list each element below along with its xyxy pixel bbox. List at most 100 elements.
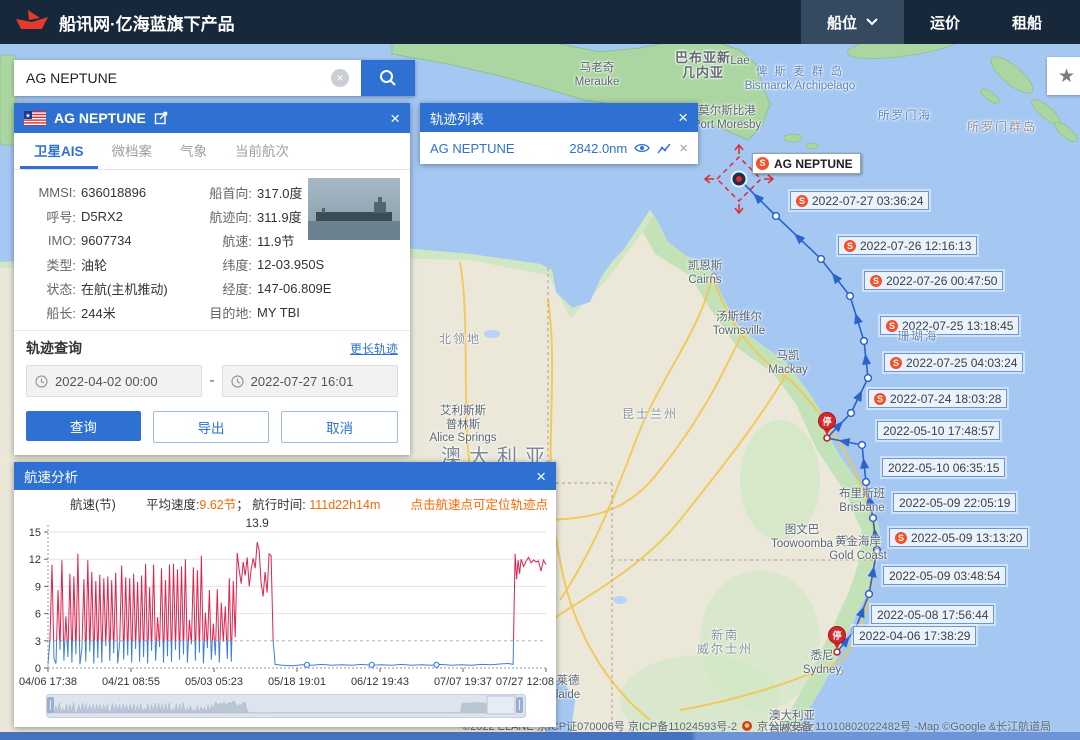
satellite-icon: S [756,157,769,170]
shipxy-app: 停停 S2022-07-27 03:36:24S2022-07-26 12:16… [0,0,1080,740]
boat-logo-icon [14,9,50,35]
trend-line-icon[interactable] [657,142,672,155]
track-time-label[interactable]: 2022-05-09 22:05:19 [893,493,1016,512]
y-tick-label: 12 [29,554,41,566]
track-time-label[interactable]: 2022-05-10 06:35:15 [882,458,1005,477]
track-time-label[interactable]: S2022-07-25 04:03:24 [884,353,1023,372]
satellite-icon: S [844,240,856,252]
track-time-label[interactable]: 2022-05-09 03:48:54 [883,566,1006,585]
city-dot [843,536,848,541]
cancel-button[interactable]: 取消 [281,411,398,443]
satellite-icon: S [870,275,882,287]
track-waypoint[interactable] [859,442,866,449]
speed-point-marker[interactable] [369,662,374,667]
ship-map-label[interactable]: SAG NEPTUNE [752,153,861,174]
chart-range-slider[interactable] [46,694,526,718]
track-time-label[interactable]: S2022-07-26 12:16:13 [838,236,977,255]
avg-speed-value: 9.62节 [199,498,236,512]
date-range-separator: - [209,372,214,390]
remove-track-icon[interactable]: × [679,140,688,157]
track-time-label[interactable]: S2022-07-27 03:36:24 [790,191,929,210]
track-waypoint[interactable] [870,515,877,522]
brush-mini-chart [47,701,490,713]
track-waypoint[interactable] [773,213,780,220]
site-logo[interactable]: 船讯网·亿海蓝旗下产品 [14,0,235,44]
nav-item-charter[interactable]: 租船 [986,0,1068,44]
track-time-label[interactable]: 2022-04-06 17:38:29 [853,626,976,645]
chevron-down-icon [866,18,878,26]
clock-icon [231,375,244,388]
date-to-input[interactable]: 2022-07-27 16:01 [222,365,398,397]
speed-analysis-panel: 航速分析 × 航速(节) 平均速度:9.62节； 航行时间: 111d22h14… [14,462,556,727]
track-time-label[interactable]: S2022-07-24 18:03:28 [868,389,1007,408]
ship-panel-header: ★ AG NEPTUNE × [14,103,410,133]
speed-line-above-threshold[interactable] [48,542,546,666]
export-button[interactable]: 导出 [153,411,270,443]
ship-details: MMSI:636018896呼号:D5RX2IMO:9607734类型:油轮状态… [14,170,410,330]
tab-weather[interactable]: 气象 [166,133,221,169]
longer-track-link[interactable]: 更长轨迹 [350,340,398,357]
chart-hint: 点击航速点可定位轨迹点 [410,494,548,513]
track-waypoint[interactable] [865,375,872,382]
speed-panel-title: 航速分析 [24,466,78,486]
nav-item-ship-position[interactable]: 船位 [801,0,904,44]
clear-search-icon[interactable]: × [331,69,349,87]
track-waypoint[interactable] [847,293,854,300]
satellite-icon: S [796,195,808,207]
nav-item-freight[interactable]: 运价 [904,0,986,44]
ship-field: 状态:在航(主机推动) [18,276,194,300]
bottom-strip [0,732,1080,740]
eye-icon[interactable] [634,142,650,154]
search-input[interactable] [14,60,361,96]
city-dot [838,670,843,675]
edit-icon[interactable] [154,111,168,125]
ship-field: 类型:油轮 [18,252,194,276]
speed-point-marker[interactable] [434,662,439,667]
close-icon[interactable]: × [678,109,688,126]
track-time-label[interactable]: S2022-07-25 13:18:45 [880,316,1019,335]
speed-point-marker[interactable] [304,662,309,667]
x-tick-label: 07/07 19:37 [434,676,492,688]
city-dot [867,506,872,511]
date-from-input[interactable]: 2022-04-02 00:00 [26,365,202,397]
track-waypoint[interactable] [863,479,870,486]
track-waypoint[interactable] [861,338,868,345]
y-tick-label: 9 [35,581,41,593]
track-time-label[interactable]: 2022-05-10 17:48:57 [877,421,1000,440]
track-time-label[interactable]: S2022-05-09 13:13:20 [889,528,1028,547]
track-ship-name[interactable]: AG NEPTUNE [430,141,515,156]
search-button[interactable] [361,60,415,96]
city-dot [739,121,744,126]
ship-field: 目的地:MY TBI [194,300,400,324]
speed-stats-row: 航速(节) 平均速度:9.62节； 航行时间: 111d22h14m 点击航速点… [14,490,556,516]
track-list-header: 轨迹列表 × [420,103,698,132]
logo-text: 船讯网·亿海蓝旗下产品 [59,10,235,35]
track-list-title: 轨迹列表 [430,108,484,128]
security-emblem-icon [742,721,752,731]
track-waypoint[interactable] [848,410,855,417]
track-waypoint[interactable] [866,591,873,598]
track-time-label[interactable]: S2022-07-26 00:47:50 [864,271,1003,290]
tab-satellite-ais[interactable]: 卫星AIS [20,133,98,169]
ship-info-panel: ★ AG NEPTUNE × 卫星AIS 微档案 气象 当前航次 MMSI:63… [14,103,410,455]
tab-current-voyage[interactable]: 当前航次 [221,133,303,169]
ship-photo[interactable] [308,178,400,240]
brush-selection-block[interactable] [487,696,515,714]
tab-micro-profile[interactable]: 微档案 [98,133,167,169]
query-button[interactable]: 查询 [26,411,141,441]
ship-photo-silhouette [308,178,400,240]
close-icon[interactable]: × [536,468,546,485]
x-tick-label: 04/21 08:55 [102,676,160,688]
track-distance: 2842.0nm [569,141,627,156]
favorites-button[interactable]: ★ [1047,57,1080,95]
city-dot [712,274,717,279]
speed-chart[interactable]: 0369121504/06 17:3804/21 08:5505/03 05:2… [14,516,556,690]
peak-value-label: 13.9 [245,516,269,530]
city-dot [789,364,794,369]
track-time-label[interactable]: 2022-05-08 17:56:44 [871,605,994,624]
x-tick-label: 05/03 05:23 [185,676,243,688]
close-icon[interactable]: × [390,110,400,127]
track-waypoint[interactable] [818,256,825,263]
x-tick-label: 06/12 19:43 [351,676,409,688]
ship-field: 呼号:D5RX2 [18,204,194,228]
